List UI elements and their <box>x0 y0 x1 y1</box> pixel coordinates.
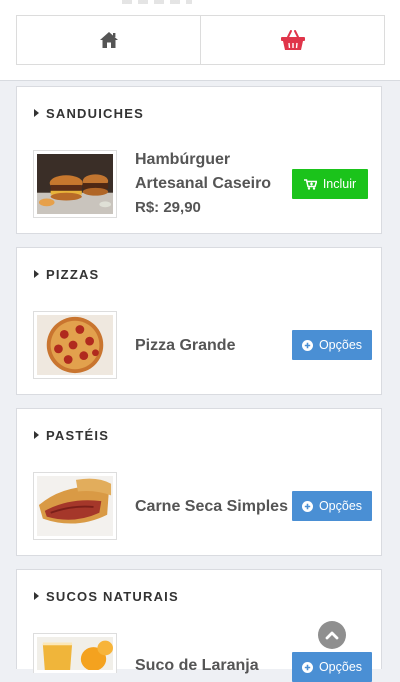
cut-off-header <box>122 0 192 4</box>
caret-right-icon <box>34 592 39 600</box>
product-name[interactable]: Suco de Laranja <box>135 654 259 678</box>
category-title: SUCOS NATURAIS <box>46 588 179 604</box>
category-card-sanduiches: SANDUICHES Hambúrguer Artesanal Caseiro … <box>16 86 382 234</box>
product-image[interactable] <box>33 633 117 673</box>
home-tab[interactable] <box>17 16 200 64</box>
top-navigation <box>0 0 400 81</box>
category-header[interactable]: SANDUICHES <box>34 105 144 121</box>
category-title: PIZZAS <box>46 266 100 282</box>
product-image[interactable] <box>33 311 117 379</box>
juice-image <box>37 637 113 670</box>
category-card-pizzas: PIZZAS Pizza Grande Opções <box>16 247 382 395</box>
product-name-line1: Hambúrguer <box>135 151 231 168</box>
add-to-cart-button[interactable]: Incluir <box>292 169 368 199</box>
button-label: Incluir <box>322 177 357 191</box>
nav-tabs <box>16 15 385 65</box>
category-title: PASTÉIS <box>46 427 110 443</box>
product-name[interactable]: Carne Seca Simples <box>135 495 288 519</box>
button-label: Opções <box>318 499 363 513</box>
product-info[interactable]: Hambúrguer Artesanal Caseiro R$: 29,90 <box>135 148 271 220</box>
burger-image <box>37 154 113 214</box>
basket-tab[interactable] <box>200 16 384 64</box>
pastel-image <box>37 476 113 536</box>
options-button[interactable]: Opções <box>292 491 372 521</box>
plus-circle-icon <box>301 661 313 673</box>
options-button[interactable]: Opções <box>292 330 372 360</box>
home-icon <box>99 32 118 48</box>
button-label: Opções <box>318 660 363 674</box>
product-image[interactable] <box>33 150 117 218</box>
pizza-image <box>37 315 113 375</box>
category-header[interactable]: PIZZAS <box>34 266 100 282</box>
plus-circle-icon <box>301 500 313 512</box>
category-title: SANDUICHES <box>46 105 144 121</box>
options-button[interactable]: Opções <box>292 652 372 682</box>
caret-right-icon <box>34 431 39 439</box>
plus-circle-icon <box>301 339 313 351</box>
product-name[interactable]: Pizza Grande <box>135 334 235 358</box>
product-name-line2: Artesanal Caseiro <box>135 175 272 192</box>
chevron-up-circle-icon <box>325 631 339 640</box>
category-header[interactable]: PASTÉIS <box>34 427 110 443</box>
category-header[interactable]: SUCOS NATURAIS <box>34 588 179 604</box>
caret-right-icon <box>34 109 39 117</box>
category-card-sucos-naturais: SUCOS NATURAIS Suco de Laranja Opções <box>16 569 382 682</box>
product-image[interactable] <box>33 472 117 540</box>
button-label: Opções <box>318 338 363 352</box>
cart-plus-icon <box>303 178 317 190</box>
scroll-top-button[interactable] <box>318 621 346 649</box>
basket-icon <box>280 30 305 50</box>
category-card-pasteis: PASTÉIS Carne Seca Simples Opções <box>16 408 382 556</box>
caret-right-icon <box>34 270 39 278</box>
product-price: R$: 29,90 <box>135 199 201 216</box>
